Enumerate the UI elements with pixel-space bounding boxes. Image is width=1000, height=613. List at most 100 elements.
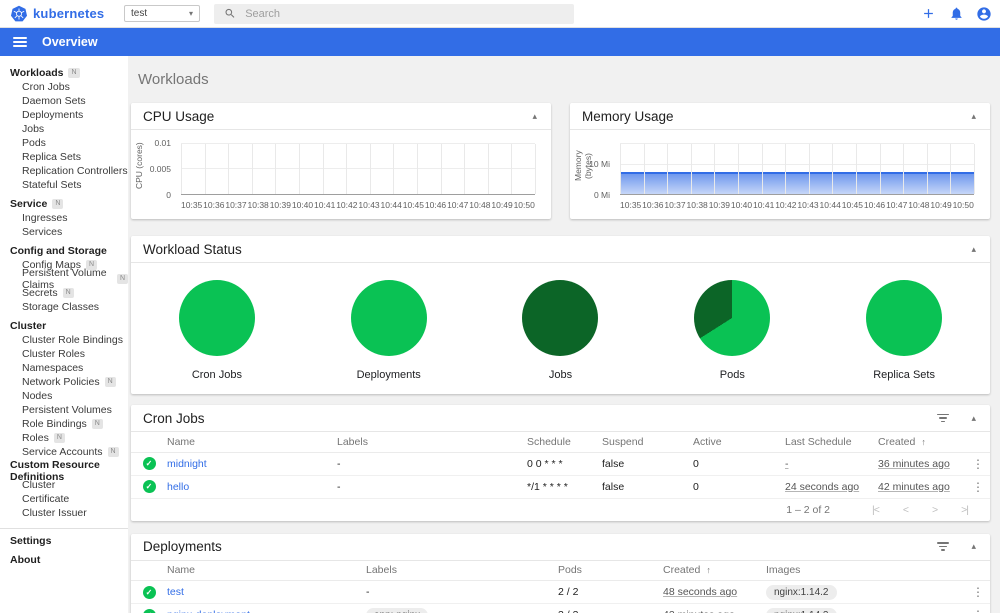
- card-header: Deployments ▴: [131, 534, 990, 561]
- column-header-images[interactable]: Images: [766, 560, 956, 581]
- sidebar-item-settings[interactable]: Settings: [0, 534, 128, 548]
- sidebar-item-certificate[interactable]: Certificate: [0, 492, 128, 506]
- gridline: [620, 163, 974, 165]
- x-tick-label: 10:44: [819, 200, 841, 210]
- sidebar-item-persistent-volume-claims[interactable]: Persistent Volume Claims N: [0, 267, 128, 291]
- sidebar-item-label: Service Accounts: [22, 446, 103, 458]
- sidebar-item-label: Roles: [22, 432, 49, 444]
- column-header-suspend[interactable]: Suspend: [602, 432, 693, 453]
- pie-label: Jobs: [548, 369, 573, 381]
- sidebar-item-label: Storage Classes: [22, 301, 100, 313]
- sidebar-item-label: Services: [22, 226, 63, 238]
- status-column-header: [131, 432, 167, 453]
- row-menu-button[interactable]: ⋮: [966, 585, 990, 599]
- collapse-button[interactable]: ▴: [969, 541, 978, 552]
- sidebar-item-persistent-volumes[interactable]: Persistent Volumes: [0, 403, 128, 417]
- card-header: Workload Status ▴: [131, 236, 990, 263]
- chart-gridline: [417, 144, 418, 194]
- row-menu-button[interactable]: ⋮: [966, 457, 990, 471]
- x-tick-label: 10:48: [908, 200, 930, 210]
- previous-page-button[interactable]: <: [903, 504, 909, 516]
- sidebar-item-deployments[interactable]: Deployments: [0, 108, 128, 122]
- column-header-name[interactable]: Name: [167, 560, 366, 581]
- sidebar-section-service[interactable]: Service N: [0, 197, 128, 211]
- search-icon: [225, 8, 235, 18]
- sidebar-item-daemon-sets[interactable]: Daemon Sets: [0, 94, 128, 108]
- create-button[interactable]: [918, 4, 938, 24]
- sidebar-item-ingresses[interactable]: Ingresses: [0, 211, 128, 225]
- sidebar-item-pods[interactable]: Pods: [0, 136, 128, 150]
- column-header-created[interactable]: Created ↑: [878, 432, 960, 453]
- x-tick-label: 10:44: [380, 200, 402, 210]
- row-menu-button[interactable]: ⋮: [966, 608, 990, 613]
- sidebar-item-namespaces[interactable]: Namespaces: [0, 361, 128, 375]
- y-tick: 10 Mi: [589, 159, 610, 170]
- x-tick-label: 10:43: [797, 200, 819, 210]
- x-tick-label: 10:40: [730, 200, 753, 210]
- workload-status-pie-deployments: [350, 280, 427, 356]
- user-menu-button[interactable]: [974, 4, 994, 24]
- sidebar-item-replica-sets[interactable]: Replica Sets: [0, 150, 128, 164]
- column-header-created[interactable]: Created ↑: [663, 560, 766, 581]
- sidebar-section-workloads[interactable]: Workloads N: [0, 66, 128, 80]
- column-header-name[interactable]: Name: [167, 432, 337, 453]
- filter-button[interactable]: [937, 542, 950, 551]
- actions-column-header: [956, 560, 990, 581]
- notifications-button[interactable]: [946, 4, 966, 24]
- collapse-button[interactable]: ▴: [969, 111, 978, 122]
- row-menu-button[interactable]: ⋮: [966, 480, 990, 494]
- sidebar-item-services[interactable]: Services: [0, 225, 128, 239]
- sidebar-section-config-and-storage: Config and Storage: [0, 244, 128, 258]
- sidebar-item-cluster-issuer[interactable]: Cluster Issuer: [0, 506, 128, 520]
- search-bar[interactable]: [214, 3, 574, 24]
- next-page-button[interactable]: >: [932, 504, 938, 516]
- kubernetes-logo[interactable]: kubernetes: [10, 5, 106, 23]
- column-header-pods[interactable]: Pods: [558, 560, 663, 581]
- sidebar-item-service-accounts[interactable]: Service Accounts N: [0, 445, 128, 459]
- filter-button[interactable]: [937, 413, 950, 423]
- workload-status-title: Workload Status: [143, 241, 242, 257]
- namespace-select[interactable]: test ▾: [124, 5, 200, 22]
- sidebar-item-cluster-roles[interactable]: Cluster Roles: [0, 347, 128, 361]
- last-page-button[interactable]: >|: [961, 504, 969, 516]
- sidebar-item-nodes[interactable]: Nodes: [0, 389, 128, 403]
- created-cell: 42 minutes ago: [878, 480, 950, 493]
- cronjob-link[interactable]: hello: [167, 481, 189, 493]
- cronjob-link[interactable]: midnight: [167, 458, 207, 470]
- sidebar-item-replication-controllers[interactable]: Replication Controllers: [0, 164, 128, 178]
- cron-jobs-table: Name Labels Schedule Suspend Active Last…: [131, 432, 990, 499]
- chevron-down-icon: ▾: [188, 9, 193, 18]
- x-tick-label: 10:37: [225, 200, 247, 210]
- collapse-button[interactable]: ▴: [530, 111, 539, 122]
- sidebar-item-label: Namespaces: [22, 362, 84, 374]
- sidebar-item-cluster-role-bindings[interactable]: Cluster Role Bindings: [0, 333, 128, 347]
- created-cell: 42 minutes ago: [663, 609, 735, 613]
- deployment-link[interactable]: test: [167, 586, 184, 598]
- column-header-labels[interactable]: Labels: [337, 432, 527, 453]
- collapse-button[interactable]: ▴: [969, 244, 978, 255]
- memory-usage-card: Memory Usage ▴ Memory (bytes) 10 Mi 0 Mi: [570, 103, 990, 219]
- search-input[interactable]: [245, 7, 564, 20]
- sidebar-item-jobs[interactable]: Jobs: [0, 122, 128, 136]
- x-tick-label: 10:40: [291, 200, 314, 210]
- pie-label: Pods: [719, 369, 745, 381]
- collapse-button[interactable]: ▴: [969, 413, 978, 424]
- x-tick-label: 10:50: [952, 200, 974, 210]
- sidebar-item-role-bindings[interactable]: Role Bindings N: [0, 417, 128, 431]
- sidebar-item-stateful-sets[interactable]: Stateful Sets: [0, 178, 128, 192]
- sidebar-item-roles[interactable]: Roles N: [0, 431, 128, 445]
- deployment-link[interactable]: nginx-deployment: [167, 609, 250, 613]
- sidebar-item-about[interactable]: About: [0, 553, 128, 567]
- first-page-button[interactable]: |<: [872, 504, 880, 516]
- sidebar-item-network-policies[interactable]: Network Policies N: [0, 375, 128, 389]
- sidebar-item-cron-jobs[interactable]: Cron Jobs: [0, 80, 128, 94]
- chart-gridline: [974, 144, 975, 194]
- column-header-last-schedule[interactable]: Last Schedule: [785, 432, 878, 453]
- sidebar-item-storage-classes[interactable]: Storage Classes: [0, 300, 128, 314]
- status-ok-icon: ✓: [142, 585, 156, 599]
- column-header-labels[interactable]: Labels: [366, 560, 558, 581]
- column-header-schedule[interactable]: Schedule: [527, 432, 602, 453]
- column-header-active[interactable]: Active: [693, 432, 785, 453]
- menu-button[interactable]: [13, 37, 27, 47]
- sidebar-item-label: Replica Sets: [22, 151, 81, 163]
